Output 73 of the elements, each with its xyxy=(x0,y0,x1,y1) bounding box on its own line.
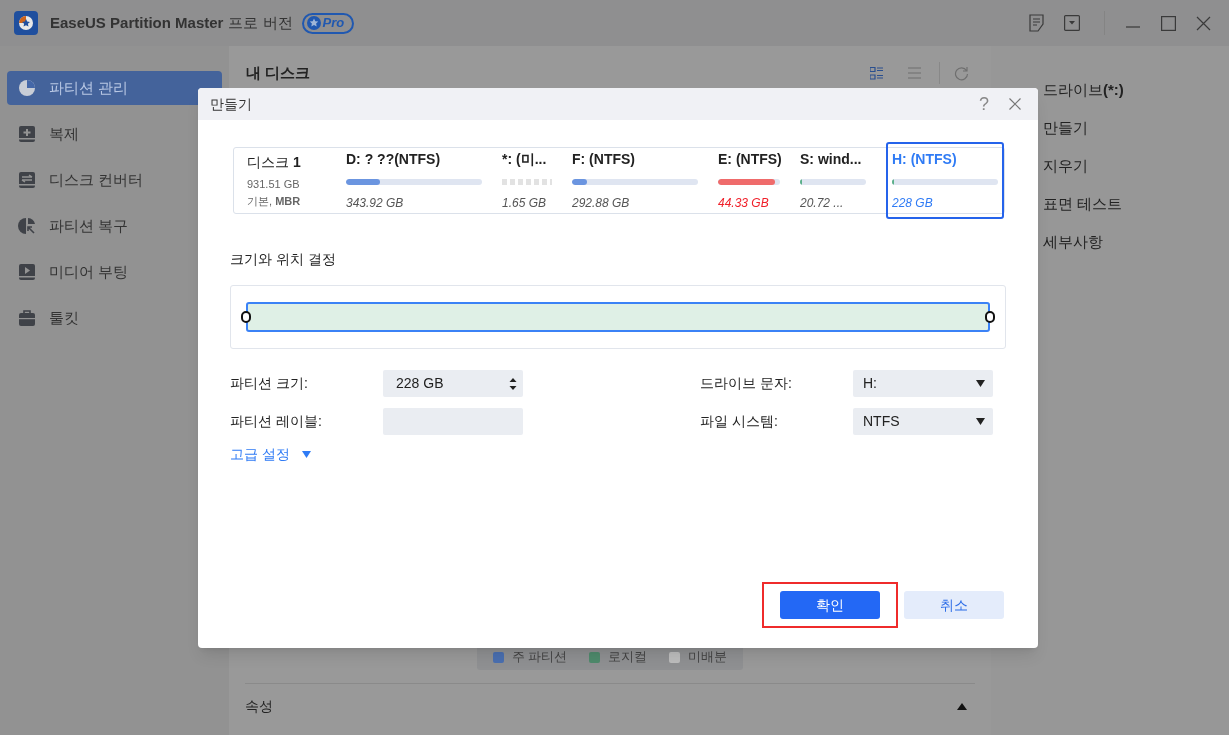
app-logo-icon xyxy=(14,11,38,35)
legend-label: 주 파티션 xyxy=(511,648,568,667)
partition-tile[interactable]: E: (NTFS) 44.33 GB xyxy=(716,147,782,214)
collapse-arrow-icon[interactable] xyxy=(957,703,967,710)
help-button[interactable]: ? xyxy=(979,92,989,116)
partition-label: F: (NTFS) xyxy=(572,150,636,169)
notes-icon[interactable] xyxy=(1029,14,1045,32)
sidebar-item[interactable]: 미디어 부팅 xyxy=(7,255,222,289)
maximize-icon[interactable] xyxy=(1161,15,1176,31)
pro-badge: Pro xyxy=(301,12,355,34)
action-item[interactable]: 만들기 xyxy=(1043,117,1229,138)
partition-size: 228 GB xyxy=(892,195,934,212)
dropdown[interactable]: NTFS xyxy=(853,408,993,435)
spin-arrows-icon[interactable] xyxy=(509,376,517,391)
grid-view-icon[interactable] xyxy=(870,66,883,80)
action-item[interactable]: 지우기 xyxy=(1043,155,1229,176)
partition-size: 292.88 GB xyxy=(572,195,631,212)
field-label: 파티션 레이블: xyxy=(230,412,323,431)
pie-recover-icon xyxy=(17,216,37,236)
edition-label: 프로 버전 xyxy=(228,12,293,33)
partition-tile[interactable]: S: wind... 20.72 ... xyxy=(798,147,868,214)
section-heading: 크기와 위치 결정 xyxy=(230,250,337,269)
field-label: 드라이브 문자: xyxy=(700,374,793,393)
partition-label: E: (NTFS) xyxy=(718,150,780,169)
partition-label: D: ? ??(NTFS) xyxy=(346,150,442,169)
close-icon[interactable] xyxy=(1009,98,1021,110)
partition-label: H: (NTFS) xyxy=(892,150,958,169)
unallocated-bar xyxy=(502,179,552,185)
field-label: 파티션 크기: xyxy=(230,374,309,393)
advanced-settings-link[interactable]: 고급 설정 xyxy=(230,444,290,465)
dropdown-arrow-icon xyxy=(976,380,985,387)
dropdown-menu-icon[interactable] xyxy=(1064,15,1080,31)
close-icon[interactable] xyxy=(1196,15,1211,31)
partition-size: 1.65 GB xyxy=(502,195,548,212)
partition-tile[interactable]: F: (NTFS) 292.88 GB xyxy=(570,147,700,214)
slider-handle[interactable] xyxy=(985,311,995,323)
action-item[interactable]: 표면 테스트 xyxy=(1043,193,1229,214)
sidebar-item[interactable]: 디스크 컨버터 xyxy=(7,163,222,197)
star-icon xyxy=(306,16,321,30)
app-title: EaseUS Partition Master xyxy=(50,12,224,33)
partition-tile[interactable]: *: (미... 1.65 GB xyxy=(500,147,554,214)
drive-play-icon xyxy=(17,262,37,282)
slider-handle[interactable] xyxy=(241,311,251,323)
drive-arrows-icon xyxy=(17,170,37,190)
sidebar-item[interactable]: 툴킷 xyxy=(7,301,222,335)
action-item[interactable]: 드라이브(*:) xyxy=(1043,79,1229,100)
partition-size: 20.72 ... xyxy=(800,195,845,212)
drive-plus-icon xyxy=(17,124,37,144)
partition-tile[interactable]: D: ? ??(NTFS) 343.92 GB xyxy=(344,147,484,214)
field-label: 파일 시스템: xyxy=(700,412,779,431)
dropdown[interactable]: H: xyxy=(853,370,993,397)
disk-name: 디스크 1 xyxy=(247,153,302,172)
cancel-button[interactable]: 취소 xyxy=(904,591,1004,619)
partition-label: S: wind... xyxy=(800,150,863,169)
sidebar-item[interactable]: 복제 xyxy=(7,117,222,151)
dropdown-arrow-icon xyxy=(976,418,985,425)
action-item[interactable]: 세부사항 xyxy=(1043,231,1229,252)
section-title: 내 디스크 xyxy=(246,62,311,83)
partition-size: 343.92 GB xyxy=(346,195,405,212)
pie-chart-icon xyxy=(17,78,37,98)
disk-size: 931.51 GB xyxy=(247,177,301,192)
partition-tile[interactable]: H: (NTFS) 228 GB xyxy=(886,142,1004,219)
sidebar-item[interactable]: 파티션 복구 xyxy=(7,209,222,243)
properties-label: 속성 xyxy=(245,697,273,716)
partition-size: 44.33 GB xyxy=(718,195,770,212)
legend-label: 로지컬 xyxy=(608,648,648,667)
partition-label: *: (미... xyxy=(502,150,548,169)
expand-arrow-icon[interactable] xyxy=(301,451,311,458)
disk-type: 기본, MBR xyxy=(247,193,302,209)
size-spinbox[interactable]: 228 GB xyxy=(383,370,523,397)
toolbox-icon xyxy=(17,308,37,328)
confirm-button[interactable]: 확인 xyxy=(780,591,880,619)
legend-label: 미배분 xyxy=(688,648,728,667)
